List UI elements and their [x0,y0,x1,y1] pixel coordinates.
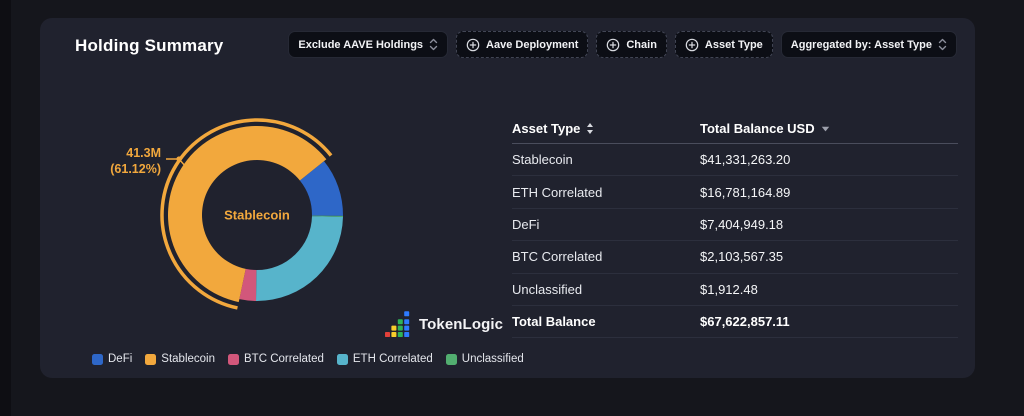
legend-swatch [92,354,103,365]
legend-item-btc-correlated[interactable]: BTC Correlated [228,353,324,365]
sidebar-edge [0,0,11,416]
logo-bar [391,326,396,331]
holding-summary-card: Holding Summary Exclude AAVE Holdings Aa… [40,18,975,378]
filter-label: Chain [626,39,657,51]
logo-bar [404,332,409,337]
caret-down-icon [821,126,830,132]
total-balance-header-label: Total Balance USD [700,121,815,136]
balance-cell: $41,331,263.20 [700,152,958,167]
add-filter-asset-type-button[interactable]: Asset Type [675,31,773,58]
page-title: Holding Summary [75,36,223,56]
logo-bar [404,326,409,331]
table-body: Stablecoin$41,331,263.20ETH Correlated$1… [512,144,958,306]
legend-swatch [228,354,239,365]
asset-type-cell: DeFi [512,217,700,232]
add-filter-aave-deployment-button[interactable]: Aave Deployment [456,31,588,58]
exclude-aave-holdings-select[interactable]: Exclude AAVE Holdings [288,31,448,58]
legend-label: Unclassified [462,353,524,365]
legend-swatch [145,354,156,365]
toolbar: Exclude AAVE Holdings Aave Deployment Cha… [288,31,957,58]
total-label: Total Balance [512,314,700,329]
chevron-up-down-icon [938,38,947,51]
filter-label: Aave Deployment [486,39,578,51]
legend-item-defi[interactable]: DeFi [92,353,132,365]
holdings-table: Asset Type Total Balance USD Stablecoin$… [512,114,958,338]
pie-slice-eth-correlated[interactable] [256,216,343,301]
balance-cell: $2,103,567.35 [700,249,958,264]
plus-circle-icon [685,38,699,52]
column-header-asset-type[interactable]: Asset Type [512,121,700,136]
logo-bar [404,319,409,324]
asset-type-cell: ETH Correlated [512,185,700,200]
filter-buttons: Aave Deployment Chain Asset Type [456,31,773,58]
asset-type-header-label: Asset Type [512,121,580,136]
donut-center-label: Stablecoin [224,208,290,223]
legend-label: DeFi [108,353,132,365]
balance-cell: $1,912.48 [700,282,958,297]
table-row-defi: DeFi$7,404,949.18 [512,209,958,241]
chevron-up-down-icon [429,38,438,51]
exclude-aave-holdings-label: Exclude AAVE Holdings [298,39,423,51]
logo-bar [385,332,390,337]
plus-circle-icon [466,38,480,52]
total-value: $67,622,857.11 [700,314,958,329]
tokenlogic-logo: TokenLogic [385,311,503,338]
add-filter-chain-button[interactable]: Chain [596,31,667,58]
asset-type-cell: Unclassified [512,282,700,297]
callout-value: 41.3M [126,146,161,160]
logo-bar [398,332,403,337]
legend-label: ETH Correlated [353,353,433,365]
filter-label: Asset Type [705,39,763,51]
table-row-btc-correlated: BTC Correlated$2,103,567.35 [512,241,958,273]
legend-item-stablecoin[interactable]: Stablecoin [145,353,215,365]
column-header-total-balance[interactable]: Total Balance USD [700,121,958,136]
legend-item-eth-correlated[interactable]: ETH Correlated [337,353,433,365]
legend-swatch [337,354,348,365]
legend-item-unclassified[interactable]: Unclassified [446,353,524,365]
balance-cell: $16,781,164.89 [700,185,958,200]
aggregated-by-select[interactable]: Aggregated by: Asset Type [781,31,957,58]
asset-type-cell: BTC Correlated [512,249,700,264]
sort-icon [586,122,594,135]
tokenlogic-logo-text: TokenLogic [419,316,503,333]
table-total-row: Total Balance $67,622,857.11 [512,306,958,338]
table-row-eth-correlated: ETH Correlated$16,781,164.89 [512,176,958,208]
asset-type-cell: Stablecoin [512,152,700,167]
table-header-row: Asset Type Total Balance USD [512,114,958,144]
callout-dot [176,156,181,161]
logo-bar [404,311,409,316]
logo-bar [398,319,403,324]
chart-legend: DeFi Stablecoin BTC Correlated ETH Correlat… [92,353,524,365]
table-row-unclassified: Unclassified$1,912.48 [512,274,958,306]
legend-label: Stablecoin [161,353,215,365]
logo-bar [398,326,403,331]
balance-cell: $7,404,949.18 [700,217,958,232]
plus-circle-icon [606,38,620,52]
legend-swatch [446,354,457,365]
callout-percent: (61.12%) [110,162,161,176]
tokenlogic-bars-icon [385,311,412,338]
logo-bar [391,332,396,337]
legend-label: BTC Correlated [244,353,324,365]
aggregated-by-label: Aggregated by: Asset Type [791,39,932,51]
table-row-stablecoin: Stablecoin$41,331,263.20 [512,144,958,176]
